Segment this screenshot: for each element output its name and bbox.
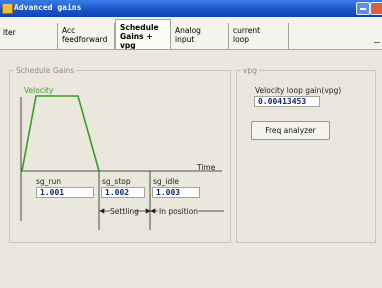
- velocity-label: Velocity: [24, 86, 54, 95]
- group-label: vpg: [241, 66, 259, 75]
- title-bar: Advanced gains: [0, 0, 382, 17]
- in-position-label: In position: [159, 207, 199, 216]
- tab-acc-feedforward[interactable]: Acc feedforward: [58, 23, 115, 50]
- tab-analog-input[interactable]: Analog input: [171, 23, 229, 50]
- tab-label: Schedule Gains + vpg: [120, 23, 159, 50]
- tab-content: Schedule Gains Velocity Time sg_run 1.00…: [0, 50, 382, 288]
- window-title: Advanced gains: [14, 3, 82, 12]
- velocity-loop-gain-label: Velocity loop gain(vpg): [255, 86, 342, 95]
- tab-schedule-gains-vpg[interactable]: Schedule Gains + vpg: [115, 19, 171, 50]
- tab-label: Analog input: [175, 26, 201, 44]
- tab-filter[interactable]: lter: [0, 23, 58, 50]
- velocity-loop-gain-field[interactable]: 0.00413453: [254, 96, 320, 107]
- minimize-icon: [360, 8, 366, 10]
- freq-analyzer-button[interactable]: Freq analyzer: [251, 121, 330, 140]
- tab-label: Acc feedforward: [62, 26, 108, 44]
- sg-run-label: sg_run: [36, 177, 62, 186]
- sg-stop-field[interactable]: 1.002: [101, 187, 145, 198]
- settling-label: Settling: [110, 207, 139, 216]
- sg-idle-field[interactable]: 1.003: [152, 187, 200, 198]
- tab-strip: lter Acc feedforward Schedule Gains + vp…: [0, 17, 382, 50]
- sg-idle-label: sg_idle: [153, 177, 179, 186]
- tab-current-loop[interactable]: current loop: [229, 23, 289, 50]
- tab-label: current loop: [233, 26, 261, 44]
- sg-stop-label: sg_stop: [102, 177, 131, 186]
- velocity-curve: [21, 95, 100, 172]
- time-label: Time: [197, 163, 216, 172]
- close-button[interactable]: [370, 2, 382, 15]
- app-icon: [2, 3, 13, 14]
- tab-label: lter: [3, 28, 16, 37]
- minimize-button[interactable]: [356, 2, 370, 15]
- sg-run-field[interactable]: 1.001: [36, 187, 94, 198]
- tab-scroll-indicator: [374, 42, 380, 43]
